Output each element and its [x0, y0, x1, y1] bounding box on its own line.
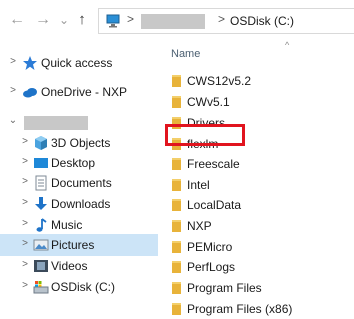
chevron-right-icon[interactable]: > [20, 259, 30, 270]
list-item-name: Freescale [187, 157, 240, 171]
list-item-name: CWS12v5.2 [187, 74, 252, 88]
nav-label: Documents [51, 176, 112, 190]
cloud-icon [23, 88, 37, 98]
list-item[interactable]: Intel [158, 174, 354, 195]
list-item-name: PEMicro [187, 240, 233, 254]
music-icon [36, 218, 47, 232]
redacted-label [24, 116, 88, 130]
star-icon [23, 56, 37, 70]
chevron-right-icon[interactable]: > [20, 280, 30, 291]
navigation-pane: > Quick access > OneDrive - NXP ⌄ > 3D O… [0, 42, 158, 300]
list-item-name: Program Files [187, 281, 262, 295]
forward-button[interactable]: → [34, 9, 52, 31]
list-item-name: PerfLogs [187, 260, 236, 274]
nav-label: Videos [51, 259, 88, 273]
chevron-right-icon[interactable]: > [20, 156, 30, 167]
documents-icon [35, 175, 47, 191]
chevron-right-icon[interactable]: > [20, 238, 30, 249]
nav-item-documents[interactable]: > Documents [0, 172, 158, 194]
folder-icon [172, 220, 181, 232]
list-item[interactable]: LocalData [158, 194, 354, 215]
redacted-segment [141, 14, 205, 29]
list-item-name: NXP [187, 219, 212, 233]
nav-item-videos[interactable]: > Videos [0, 255, 158, 277]
nav-label: Desktop [51, 156, 96, 170]
chevron-right-icon[interactable]: > [8, 85, 18, 96]
chevron-right-icon[interactable]: > [20, 136, 30, 147]
nav-label: Music [51, 218, 83, 232]
chevron-right-icon[interactable]: > [8, 56, 18, 67]
folder-icon [172, 199, 181, 211]
folder-icon [172, 96, 181, 108]
nav-item-downloads[interactable]: > Downloads [0, 193, 158, 215]
folder-icon [172, 158, 181, 170]
folder-icon [172, 282, 181, 294]
chevron-right-icon[interactable]: > [20, 176, 30, 187]
breadcrumb[interactable]: > > OSDisk (C:) [98, 8, 354, 34]
breadcrumb-separator: > [218, 12, 226, 26]
drive-icon [33, 281, 49, 294]
list-item[interactable]: PEMicro [158, 236, 354, 257]
list-item[interactable]: Program Files (x86) [158, 298, 354, 319]
up-button[interactable]: ↑ [75, 9, 89, 31]
annotation-highlight-box [165, 124, 245, 146]
computer-icon [106, 14, 120, 28]
list-item[interactable]: PerfLogs [158, 256, 354, 277]
downloads-icon [35, 197, 47, 210]
list-item[interactable]: CWv5.1 [158, 91, 354, 112]
nav-label: Pictures [51, 238, 95, 252]
list-item-name: Intel [187, 178, 210, 192]
pictures-icon [33, 239, 49, 251]
list-item[interactable]: NXP [158, 215, 354, 236]
nav-item-onedrive[interactable]: > OneDrive - NXP [0, 81, 158, 103]
nav-label: 3D Objects [51, 136, 111, 150]
nav-item-this-pc[interactable]: ⌄ [0, 111, 158, 133]
nav-item-3d-objects[interactable]: > 3D Objects [0, 132, 158, 154]
nav-label: OneDrive - NXP [41, 85, 128, 99]
nav-item-music[interactable]: > Music [0, 214, 158, 236]
nav-item-osdisk[interactable]: > OSDisk (C:) [0, 276, 158, 298]
nav-label: Quick access [41, 56, 113, 70]
desktop-icon [34, 158, 48, 168]
list-item[interactable]: Freescale [158, 153, 354, 174]
chevron-right-icon[interactable]: > [20, 218, 30, 229]
nav-item-pictures[interactable]: > Pictures [0, 234, 158, 256]
folder-icon [172, 75, 181, 87]
nav-label: OSDisk (C:) [51, 280, 115, 294]
breadcrumb-current[interactable]: OSDisk (C:) [230, 14, 294, 28]
chevron-down-icon[interactable]: ⌄ [8, 115, 18, 126]
file-list: Name ^ CWS12v5.2 CWv5.1 Drivers flexlm Frees… [158, 40, 354, 316]
nav-item-quick-access[interactable]: > Quick access [0, 52, 158, 74]
videos-icon [34, 260, 48, 272]
list-item-name: CWv5.1 [187, 95, 230, 109]
folder-icon [172, 261, 181, 273]
back-button[interactable]: ← [8, 9, 26, 31]
3d-objects-icon [35, 136, 47, 150]
folder-icon [172, 241, 181, 253]
folder-icon [172, 179, 181, 191]
sort-ascending-icon: ^ [285, 40, 290, 50]
chevron-right-icon[interactable]: > [20, 197, 30, 208]
list-item-name: LocalData [187, 198, 242, 212]
list-item-name: Program Files (x86) [187, 302, 293, 316]
breadcrumb-separator: > [127, 12, 135, 26]
nav-item-desktop[interactable]: > Desktop [0, 152, 158, 174]
nav-label: Downloads [51, 197, 111, 211]
recent-locations-button[interactable]: ⌄ [58, 9, 70, 31]
folder-icon [172, 303, 181, 315]
list-item[interactable]: Program Files [158, 277, 354, 298]
address-bar: ← → ⌄ ↑ > > OSDisk (C:) [0, 0, 354, 42]
column-header-label[interactable]: Name [171, 48, 200, 60]
list-item[interactable]: CWS12v5.2 [158, 70, 354, 91]
